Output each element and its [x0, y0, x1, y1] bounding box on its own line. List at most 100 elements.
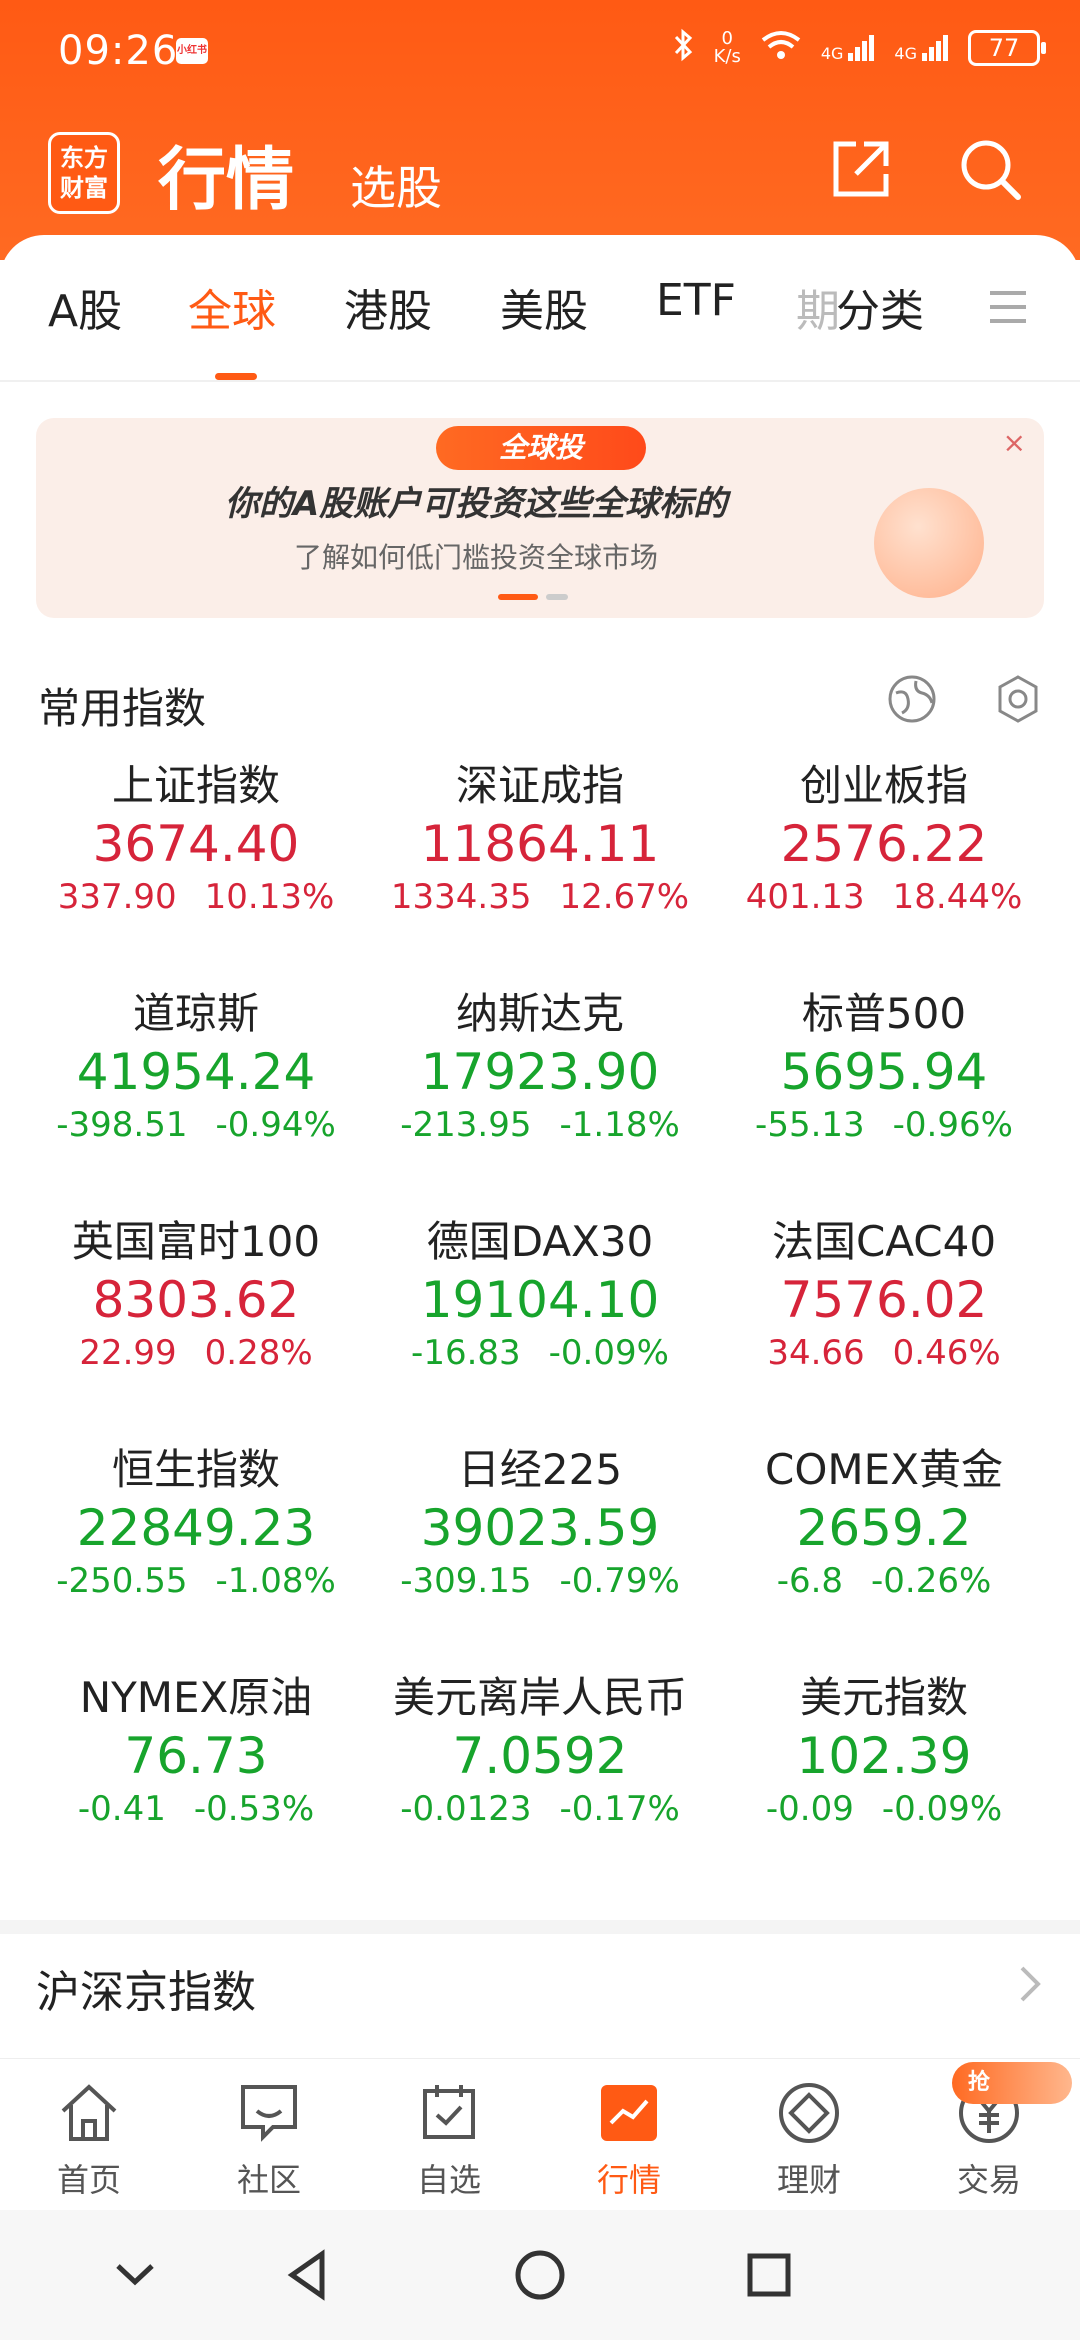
nav-wealth[interactable]: 理财 [734, 2077, 884, 2201]
tab-a-shares[interactable]: A股 [48, 275, 122, 339]
index-cell[interactable]: 标普500 5695.94 -55.13 -0.96% [704, 968, 1064, 1196]
index-name: 上证指数 [111, 761, 280, 810]
nav-market[interactable]: 行情 [554, 2077, 704, 2201]
globe-icon[interactable] [886, 673, 938, 725]
status-time: 09:26 [58, 28, 179, 74]
main-card: A股 全球 港股 美股 ETF 期 分类 全球投 你的A股账户可投资这些全球标的… [0, 235, 1080, 1900]
index-price: 39023.59 [420, 1499, 660, 1557]
active-tab-indicator [215, 373, 257, 380]
menu-icon[interactable] [988, 287, 1028, 327]
chat-icon [233, 2077, 305, 2149]
index-change: -213.95 -1.18% [360, 1102, 720, 1148]
share-icon[interactable] [826, 134, 896, 204]
nav-watchlist[interactable]: 自选 [374, 2077, 524, 2201]
chevron-down-icon[interactable] [100, 2240, 170, 2310]
index-cell[interactable]: 道琼斯 41954.24 -398.51 -0.94% [16, 968, 376, 1196]
index-cell[interactable]: COMEX黄金 2659.2 -6.8 -0.26% [704, 1424, 1064, 1652]
index-change-pct: -1.18% [559, 1105, 680, 1145]
index-cell[interactable]: 恒生指数 22849.23 -250.55 -1.08% [16, 1424, 376, 1652]
tabs-divider [0, 380, 1080, 382]
promo-banner[interactable]: 全球投 你的A股账户可投资这些全球标的 了解如何低门槛投资全球市场 × [36, 418, 1044, 618]
tab-etf[interactable]: ETF [656, 275, 736, 326]
index-cell[interactable]: 美元离岸人民币 7.0592 -0.0123 -0.17% [360, 1652, 720, 1880]
bottom-navigation: 首页 社区 自选 行情 理财 交易 [0, 2058, 1080, 2208]
index-change: -16.83 -0.09% [360, 1330, 720, 1376]
close-icon[interactable]: × [1003, 426, 1026, 459]
index-change-value: -398.51 [56, 1105, 188, 1145]
index-cell[interactable]: 英国富时100 8303.62 22.99 0.28% [16, 1196, 376, 1424]
index-price: 19104.10 [420, 1271, 660, 1329]
index-name: 深证成指 [455, 761, 624, 810]
app-logo: 东方 财富 [48, 132, 120, 214]
index-change-pct: -0.94% [215, 1105, 336, 1145]
index-cell[interactable]: 纳斯达克 17923.90 -213.95 -1.18% [360, 968, 720, 1196]
index-change: -309.15 -0.79% [360, 1558, 720, 1604]
index-price: 7576.02 [780, 1271, 988, 1329]
tab-global[interactable]: 全球 [188, 275, 276, 339]
market-tabs: A股 全球 港股 美股 ETF 期 分类 [0, 275, 1080, 385]
index-price: 17923.90 [420, 1043, 660, 1101]
wifi-icon [759, 28, 803, 68]
index-cell[interactable]: 法国CAC40 7576.02 34.66 0.46% [704, 1196, 1064, 1424]
index-cell[interactable]: 上证指数 3674.40 337.90 10.13% [16, 740, 376, 968]
network-speed: 0 K/s [714, 30, 741, 66]
nav-home-label: 首页 [56, 2161, 121, 2199]
index-change-pct: -0.09% [881, 1789, 1003, 1829]
recent-apps-icon[interactable] [734, 2240, 804, 2310]
nav-trade-label: 交易 [956, 2161, 1021, 2199]
shanghai-shenzhen-beijing-indices-row[interactable]: 沪深京指数 [0, 1920, 1080, 2050]
index-price: 11864.11 [420, 815, 660, 873]
section-title: 常用指数 [38, 684, 207, 733]
tab-us-stocks[interactable]: 美股 [500, 275, 588, 339]
status-bar: 09:26 小红书 0 K/s 4G 4G 77 [0, 0, 1080, 105]
index-change: -55.13 -0.96% [704, 1102, 1064, 1148]
index-cell[interactable]: 深证成指 11864.11 1334.35 12.67% [360, 740, 720, 968]
index-change-pct: -0.26% [871, 1561, 992, 1601]
index-name: 标普500 [801, 989, 967, 1038]
index-cell[interactable]: 美元指数 102.39 -0.09 -0.09% [704, 1652, 1064, 1880]
tab-hk-stocks[interactable]: 港股 [344, 275, 432, 339]
index-price: 3674.40 [92, 815, 300, 873]
tab-futures[interactable]: 期 [796, 275, 840, 339]
index-change-value: 337.90 [57, 877, 177, 917]
index-change-value: -6.8 [776, 1561, 844, 1601]
index-change-pct: -1.08% [215, 1561, 336, 1601]
stock-picker-tab[interactable]: 选股 [350, 152, 442, 218]
index-change: -6.8 -0.26% [704, 1558, 1064, 1604]
index-name: 日经225 [457, 1445, 623, 1494]
search-icon[interactable] [955, 134, 1025, 204]
index-change: -0.41 -0.53% [16, 1786, 376, 1832]
index-name: 法国CAC40 [771, 1217, 997, 1266]
carousel-dot [546, 594, 568, 600]
index-price: 2659.2 [796, 1499, 972, 1557]
signal-4g-icon-2: 4G [894, 33, 950, 63]
next-section-title: 沪深京指数 [36, 1967, 256, 2018]
index-price: 5695.94 [780, 1043, 988, 1101]
chevron-right-icon [1010, 1964, 1050, 2004]
index-cell[interactable]: 日经225 39023.59 -309.15 -0.79% [360, 1424, 720, 1652]
index-price: 2576.22 [780, 815, 988, 873]
index-cell[interactable]: 德国DAX30 19104.10 -16.83 -0.09% [360, 1196, 720, 1424]
home-circle-icon[interactable] [505, 2240, 575, 2310]
index-cell[interactable]: 创业板指 2576.22 401.13 18.44% [704, 740, 1064, 968]
index-price: 8303.62 [92, 1271, 300, 1329]
nav-community[interactable]: 社区 [194, 2077, 344, 2201]
tab-categories[interactable]: 分类 [836, 275, 924, 339]
logo-line-2: 财富 [60, 174, 108, 202]
app-header: 东方 财富 行情 选股 [0, 120, 1080, 230]
gear-icon[interactable] [992, 673, 1044, 725]
index-price: 102.39 [796, 1727, 972, 1785]
index-change: -398.51 -0.94% [16, 1102, 376, 1148]
back-icon[interactable] [274, 2240, 344, 2310]
page-title[interactable]: 行情 [158, 124, 294, 223]
index-change-pct: 12.67% [559, 877, 690, 917]
index-name: COMEX黄金 [765, 1445, 1003, 1494]
index-name: 美元指数 [799, 1673, 968, 1722]
nav-home[interactable]: 首页 [14, 2077, 164, 2201]
signal-4g-label-1: 4G [820, 44, 844, 63]
trade-promo-badge[interactable]: 抢 [952, 2062, 1072, 2104]
index-cell[interactable]: NYMEX原油 76.73 -0.41 -0.53% [16, 1652, 376, 1880]
index-change: 401.13 18.44% [704, 874, 1064, 920]
index-change-pct: -0.09% [548, 1333, 669, 1373]
index-change-pct: 0.46% [892, 1333, 1001, 1373]
